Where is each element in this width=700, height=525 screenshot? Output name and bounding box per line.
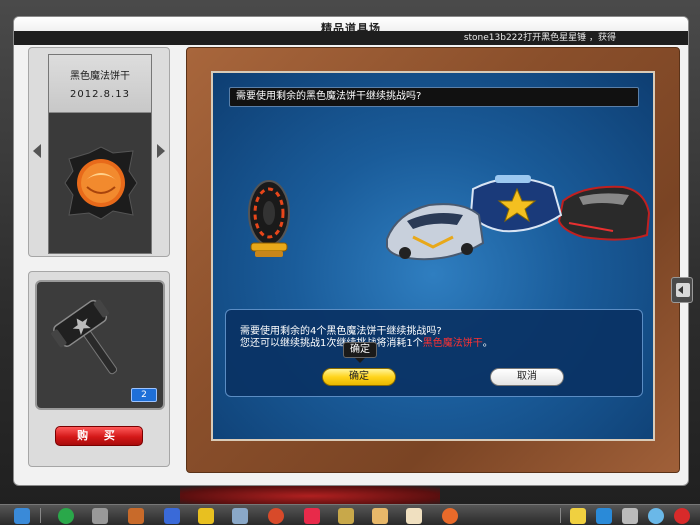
- item-shop-window: 精品道具场 stone13b222打开黑色星星锤 ，获得 黑色魔法饼干 2012…: [13, 16, 689, 486]
- item-date: 2012.8.13: [70, 89, 130, 100]
- book-icon[interactable]: [406, 508, 422, 524]
- hammer-icon: [51, 299, 118, 375]
- item-card: 黑色魔法饼干 2012.8.13: [48, 54, 152, 254]
- item-card-header: 黑色魔法饼干 2012.8.13: [49, 55, 151, 113]
- side-collapse-tab[interactable]: [671, 277, 693, 303]
- challenge-panel: 需要使用剩余的黑色魔法饼干继续挑战吗? 需要使用剩余的4个黑色魔法饼干继续挑战吗…: [211, 71, 655, 441]
- shop-cart-icon[interactable]: [92, 508, 108, 524]
- gear-icon[interactable]: [232, 508, 248, 524]
- announcement-text: stone13b222打开黑色星星锤 ，获得: [463, 33, 616, 43]
- taskbar-separator: [40, 508, 41, 523]
- notes-icon[interactable]: [570, 508, 586, 524]
- confirm-tooltip: 确定: [343, 342, 377, 358]
- next-item-arrow-icon[interactable]: [157, 144, 165, 158]
- heart-icon[interactable]: [304, 508, 320, 524]
- tools-icon[interactable]: [622, 508, 638, 524]
- question-bar: 需要使用剩余的黑色魔法饼干继续挑战吗?: [229, 87, 639, 107]
- shop-item-frame: 2 购 买: [28, 271, 170, 467]
- dialog-item-highlight: 黑色魔法饼干: [422, 338, 483, 349]
- dialog-message-suffix: 。: [482, 338, 493, 349]
- background-kart-red: [180, 486, 440, 506]
- kart-icon[interactable]: [164, 508, 180, 524]
- chevron-left-icon: [678, 286, 683, 294]
- cancel-button[interactable]: 取消: [490, 368, 564, 386]
- start-icon[interactable]: [14, 508, 30, 524]
- target-icon[interactable]: [268, 508, 284, 524]
- prev-item-arrow-icon[interactable]: [33, 144, 41, 158]
- confirm-button[interactable]: 确定: [322, 368, 396, 386]
- settings-icon[interactable]: [596, 508, 612, 524]
- item-display-frame: 黑色魔法饼干 2012.8.13: [28, 47, 170, 257]
- announcement-marquee: stone13b222打开黑色星星锤 ，获得: [14, 31, 688, 45]
- confirm-dialog: 需要使用剩余的4个黑色魔法饼干继续挑战吗? 您还可以继续挑战1次继续挑战将消耗1…: [225, 309, 643, 397]
- tire-icon: [248, 180, 290, 257]
- shop-item-slot[interactable]: 2: [35, 280, 165, 410]
- item-name: 黑色魔法饼干: [70, 71, 130, 82]
- wooden-frame: 需要使用剩余的黑色魔法饼干继续挑战吗? 需要使用剩余的4个黑色魔法饼干继续挑战吗…: [186, 47, 680, 473]
- fortune-cookie-icon: [64, 146, 138, 220]
- taskbar: [0, 504, 700, 525]
- question-text: 需要使用剩余的黑色魔法饼干继续挑战吗?: [236, 91, 422, 102]
- back-icon[interactable]: [58, 508, 74, 524]
- taskbar-separator: [560, 508, 561, 523]
- character-icon[interactable]: [128, 508, 144, 524]
- power-icon[interactable]: [674, 508, 690, 524]
- tooltip-pointer: [355, 358, 365, 363]
- left-column: 黑色魔法饼干 2012.8.13 2 购 买: [28, 47, 170, 467]
- item-count-badge: 2: [131, 388, 157, 402]
- dialog-message-prefix: 您还可以继续挑战1次继续挑战将消耗1个: [240, 338, 423, 349]
- buy-button[interactable]: 购 买: [55, 426, 143, 446]
- spanner-icon[interactable]: [198, 508, 214, 524]
- sword-icon[interactable]: [338, 508, 354, 524]
- bomb-icon[interactable]: [442, 508, 458, 524]
- race-cars-icon: [386, 175, 651, 261]
- search-icon[interactable]: [648, 508, 664, 524]
- glove-icon[interactable]: [372, 508, 388, 524]
